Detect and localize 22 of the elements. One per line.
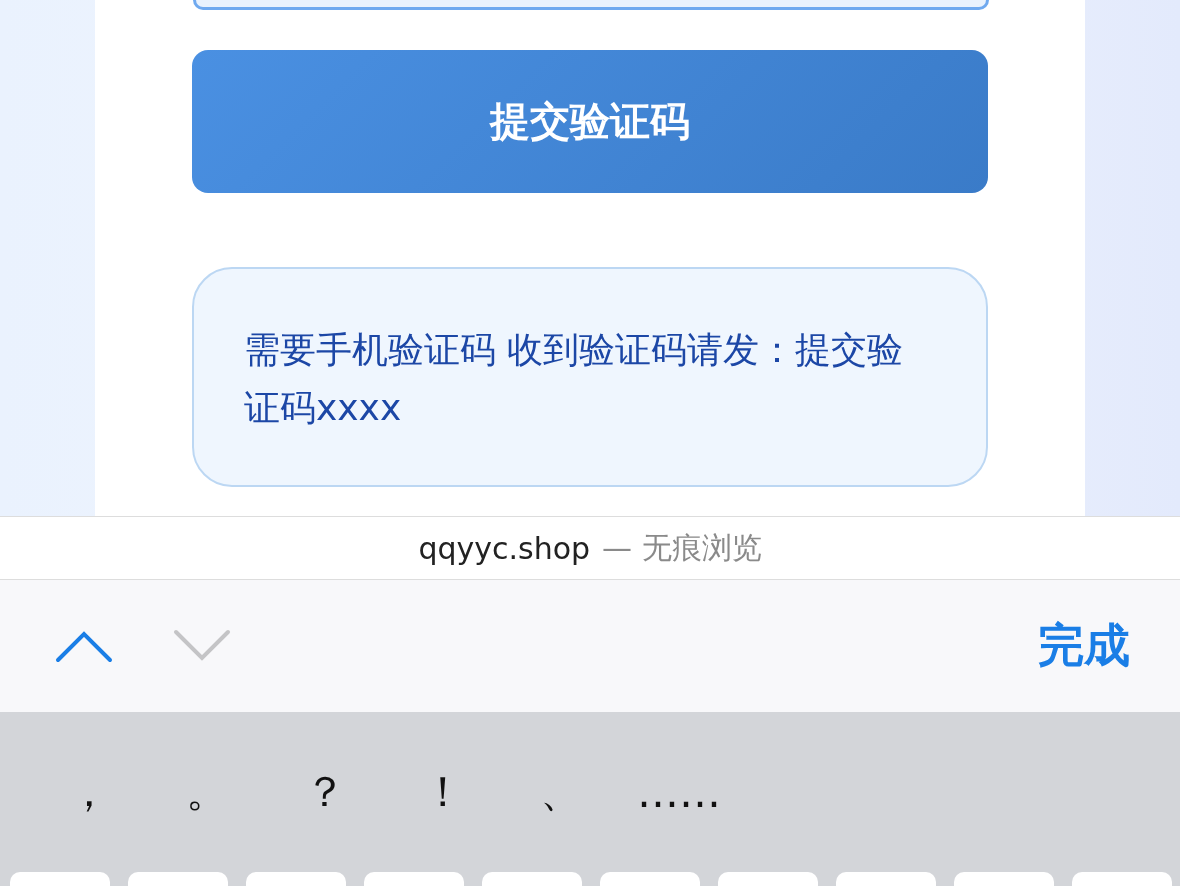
candidate-key[interactable]: …… [620, 767, 738, 817]
input-field[interactable] [192, 0, 989, 10]
keyboard-key[interactable] [600, 872, 700, 886]
keyboard-key[interactable] [128, 872, 228, 886]
done-button[interactable]: 完成 [1038, 615, 1130, 677]
candidate-key[interactable]: ， [30, 764, 148, 820]
candidate-key[interactable]: ？ [266, 764, 384, 820]
keyboard-key[interactable] [482, 872, 582, 886]
private-mode-label: — 无痕浏览 [602, 528, 762, 567]
keyboard-key[interactable] [1072, 872, 1172, 886]
address-domain[interactable]: qqyyc.shop [418, 530, 591, 566]
submit-button[interactable]: 提交验证码 [192, 50, 988, 193]
keyboard-key[interactable] [836, 872, 936, 886]
keyboard-key[interactable] [364, 872, 464, 886]
keyboard-key[interactable] [246, 872, 346, 886]
candidate-key[interactable]: 、 [502, 764, 620, 820]
keyboard-key[interactable] [10, 872, 110, 886]
candidate-key[interactable]: 。 [148, 764, 266, 820]
candidate-key[interactable]: ！ [384, 764, 502, 820]
notice-message: 需要手机验证码 收到验证码请发：提交验证码xxxx [192, 267, 988, 487]
keyboard-key[interactable] [718, 872, 818, 886]
keyboard-key[interactable] [954, 872, 1054, 886]
